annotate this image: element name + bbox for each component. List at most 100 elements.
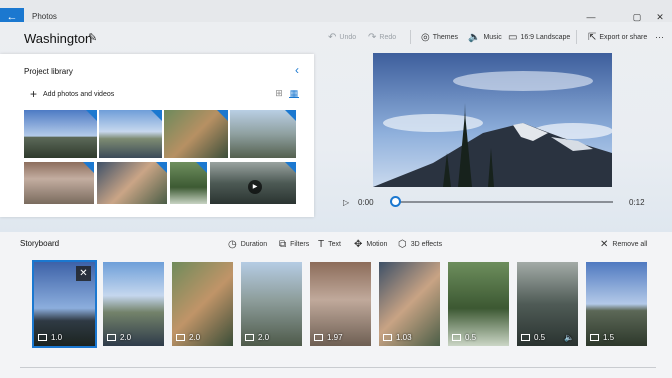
image-icon <box>383 334 392 341</box>
library-title: Project library <box>24 67 73 76</box>
rename-pencil-icon[interactable]: ✎ <box>88 31 97 44</box>
storyboard-clip[interactable]: 0.5 🔈 <box>517 262 578 346</box>
storyboard-clip[interactable]: 1.97 <box>310 262 371 346</box>
image-icon <box>245 334 254 341</box>
current-time: 0:00 <box>358 198 374 207</box>
clip-duration: 2.0 <box>176 333 200 342</box>
image-icon <box>176 334 185 341</box>
library-video-thumbnail[interactable]: ▶ <box>210 162 296 204</box>
storyboard-clip[interactable]: ✕ 1.0 <box>32 260 97 348</box>
storyboard-clip[interactable]: 2.0 <box>172 262 233 346</box>
3d-effects-button[interactable]: ⬡ 3D effects <box>398 239 442 250</box>
storyboard-clip[interactable]: 0.5 <box>448 262 509 346</box>
app-title: Photos <box>32 12 57 21</box>
motion-button[interactable]: ✥ Motion <box>354 239 387 250</box>
clip-duration-value: 2.0 <box>120 333 132 342</box>
speaker-icon: 🔈 <box>468 32 481 43</box>
minimize-button[interactable]: — <box>584 12 598 22</box>
clock-icon: ◷ <box>228 239 237 250</box>
more-button[interactable]: ··· <box>655 32 664 42</box>
themes-label: Themes <box>432 34 459 41</box>
motion-icon: ✥ <box>354 239 363 250</box>
redo-button[interactable]: ↷ Redo <box>368 32 396 43</box>
collapse-chevron-icon[interactable]: ‹ <box>295 63 299 77</box>
storyboard-clip[interactable]: 2.0 <box>241 262 302 346</box>
added-marker <box>156 162 167 173</box>
aspect-ratio-button[interactable]: ▭ 16:9 Landscape <box>508 32 570 43</box>
clip-duration: 1.0 <box>38 333 62 342</box>
3d-effects-label: 3D effects <box>410 241 443 248</box>
duration-label: Duration <box>240 241 268 248</box>
clip-duration-value: 1.0 <box>51 333 63 342</box>
library-thumbnail[interactable] <box>24 162 94 204</box>
filters-label: Filters <box>290 241 310 248</box>
add-photos-button[interactable]: + Add photos and videos <box>30 88 115 100</box>
library-thumbnail[interactable] <box>24 110 97 158</box>
duration-button[interactable]: ◷ Duration <box>228 239 267 250</box>
clip-duration: 1.97 <box>314 333 343 342</box>
speaker-icon[interactable]: 🔈 <box>564 333 574 342</box>
storyboard-clip[interactable]: 1.03 <box>379 262 440 346</box>
add-photos-label: Add photos and videos <box>43 90 115 98</box>
image-icon <box>452 334 461 341</box>
clip-duration-value: 0.5 <box>465 333 477 342</box>
large-grid-view-icon[interactable]: ⊞ <box>274 88 284 98</box>
text-button[interactable]: T Text <box>318 239 341 250</box>
more-icon: ··· <box>655 32 664 42</box>
preview-image <box>373 53 612 187</box>
filters-button[interactable]: ⧉ Filters <box>279 239 309 250</box>
image-icon <box>314 334 323 341</box>
video-icon <box>521 334 530 341</box>
clip-duration: 0.5 <box>521 333 545 342</box>
themes-button[interactable]: ◎ Themes <box>421 32 458 43</box>
library-thumbnail[interactable] <box>170 162 207 204</box>
undo-label: Undo <box>339 34 357 41</box>
undo-button[interactable]: ↶ Undo <box>328 32 356 43</box>
storyboard-clip[interactable]: 1.5 <box>586 262 647 346</box>
seek-handle[interactable] <box>390 196 401 207</box>
redo-icon: ↷ <box>368 32 377 43</box>
library-thumbnail[interactable] <box>164 110 228 158</box>
clip-duration-value: 0.5 <box>534 333 546 342</box>
remove-all-label: Remove all <box>612 241 648 248</box>
library-thumbnail[interactable] <box>99 110 162 158</box>
filter-icon: ⧉ <box>279 239 287 250</box>
redo-label: Redo <box>379 34 397 41</box>
play-button[interactable]: ▷ <box>343 198 349 207</box>
clip-duration: 1.5 <box>590 333 614 342</box>
storyboard-clip[interactable]: 2.0 <box>103 262 164 346</box>
remove-clip-icon[interactable]: ✕ <box>76 266 91 281</box>
toolbar-divider <box>576 30 577 44</box>
clip-duration: 0.5 <box>452 333 476 342</box>
clip-duration-value: 1.97 <box>327 333 343 342</box>
music-label: Music <box>483 34 502 41</box>
added-marker <box>83 162 94 173</box>
export-button[interactable]: ⇱ Export or share <box>588 32 647 43</box>
project-title[interactable]: Washington <box>24 31 92 46</box>
clip-duration-value: 2.0 <box>258 333 270 342</box>
palette-icon: ◎ <box>421 32 430 43</box>
remove-all-button[interactable]: ✕ Remove all <box>600 239 647 250</box>
total-time: 0:12 <box>629 198 645 207</box>
storyboard-divider <box>20 367 656 368</box>
undo-icon: ↶ <box>328 32 337 43</box>
added-marker <box>151 110 162 121</box>
export-label: Export or share <box>599 34 648 41</box>
video-preview[interactable] <box>373 53 612 187</box>
project-library-panel: Project library ‹ + Add photos and videos… <box>0 54 314 217</box>
clip-duration-value: 1.03 <box>396 333 412 342</box>
music-button[interactable]: 🔈 Music <box>468 32 502 43</box>
text-label: Text <box>328 241 341 248</box>
added-marker <box>285 162 296 173</box>
clip-duration-value: 1.5 <box>603 333 615 342</box>
library-thumbnail[interactable] <box>230 110 296 158</box>
seek-track[interactable] <box>396 201 613 203</box>
added-marker <box>196 162 207 173</box>
image-icon <box>38 334 47 341</box>
small-grid-view-icon[interactable]: ▦ <box>289 88 299 98</box>
clip-duration: 2.0 <box>245 333 269 342</box>
image-icon <box>590 334 599 341</box>
library-thumbnail[interactable] <box>97 162 167 204</box>
play-icon: ▶ <box>248 180 262 194</box>
text-icon: T <box>318 239 325 250</box>
